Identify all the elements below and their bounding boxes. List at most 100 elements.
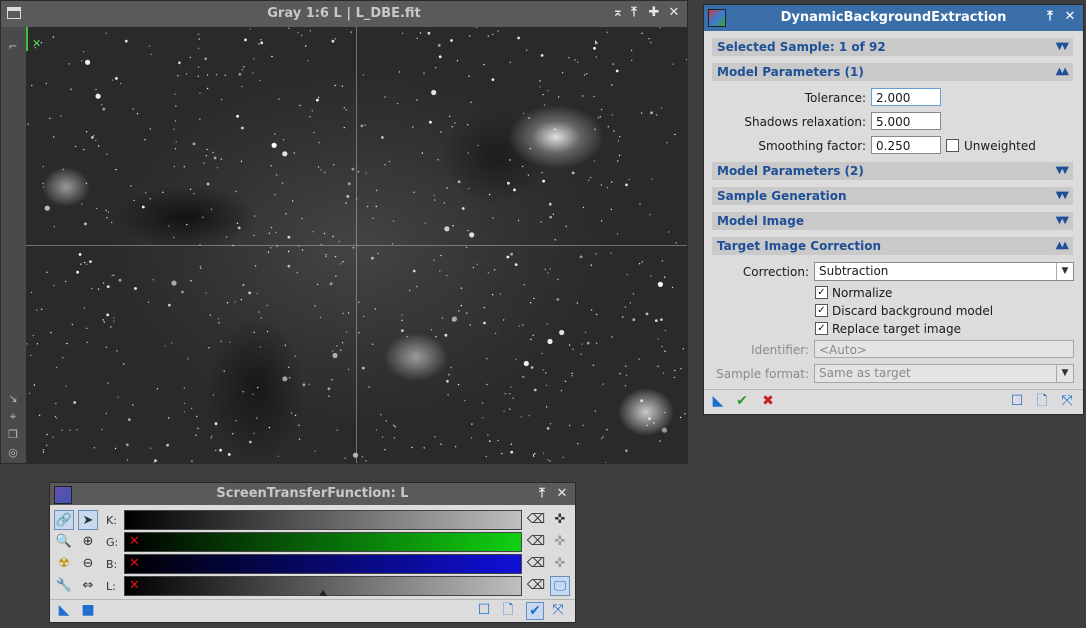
- apply-icon[interactable]: ✔: [734, 393, 750, 409]
- star: [220, 98, 223, 101]
- image-window-titlebar[interactable]: Gray 1:6 L | L_DBE.fit ⌅ ⤒ ✚ ✕: [1, 1, 687, 27]
- star: [217, 318, 220, 320]
- expand-icon[interactable]: ▼▼: [1056, 212, 1069, 230]
- radioactive-icon[interactable]: ☢: [54, 554, 74, 574]
- auto-stretch-icon[interactable]: ✜: [550, 510, 570, 530]
- shadows-relaxation-input[interactable]: 5.000: [871, 112, 941, 130]
- identifier-icon[interactable]: ◎: [7, 447, 19, 459]
- section-sample-generation[interactable]: Sample Generation ▼▼: [712, 187, 1073, 205]
- star: [440, 254, 442, 257]
- channel-bar-b[interactable]: ✕: [124, 554, 522, 574]
- smoothing-factor-input[interactable]: 0.250: [871, 136, 941, 154]
- section-target-correction[interactable]: Target Image Correction ▲▲: [712, 237, 1073, 255]
- star: [527, 174, 530, 176]
- auto-stretch-icon[interactable]: ✜: [550, 532, 570, 552]
- channel-bar-l[interactable]: ✕: [124, 576, 522, 596]
- sample-format-select[interactable]: Same as target ▼: [814, 364, 1074, 383]
- zoom-out-icon[interactable]: ⊖: [78, 554, 98, 574]
- unweighted-checkbox[interactable]: [946, 139, 959, 152]
- new-instance-icon[interactable]: ◣: [710, 393, 726, 409]
- close-icon[interactable]: ✕: [667, 6, 681, 20]
- selected-sample-icon[interactable]: ✕: [32, 37, 41, 50]
- section-model-params-2[interactable]: Model Parameters (2) ▼▼: [712, 162, 1073, 180]
- star: [203, 162, 205, 164]
- resize-icon[interactable]: ↘: [7, 393, 19, 405]
- star: [275, 231, 277, 234]
- star: [46, 444, 48, 446]
- star: [296, 272, 298, 274]
- expand-icon[interactable]: ▼▼: [1056, 187, 1069, 205]
- star: [659, 440, 661, 442]
- window-menu-icon[interactable]: [7, 7, 21, 19]
- channel-bar-g[interactable]: ✕: [124, 532, 522, 552]
- star: [289, 377, 291, 379]
- reset-channel-icon[interactable]: ⌫: [526, 576, 546, 596]
- star: [610, 252, 612, 254]
- reset-channel-icon[interactable]: ⌫: [526, 510, 546, 530]
- star: [594, 410, 596, 412]
- star: [470, 101, 472, 104]
- star: [522, 324, 524, 326]
- expand-icon[interactable]: ▼▼: [1056, 162, 1069, 180]
- discard-model-checkbox[interactable]: ✓: [815, 304, 828, 317]
- horizontal-arrows-icon[interactable]: ⇔: [78, 576, 98, 596]
- collapse-section-icon[interactable]: ▲▲: [1056, 237, 1069, 255]
- star: [499, 293, 502, 295]
- star: [489, 440, 491, 442]
- star: [610, 208, 612, 211]
- track-view-icon[interactable]: ✔: [526, 602, 544, 620]
- midtone-slider[interactable]: [319, 590, 327, 596]
- reset-icon[interactable]: ⤧: [550, 602, 566, 618]
- stf-row-b: ☢ ⊖ B: ✕ ⌫ ✜: [50, 554, 575, 576]
- normalize-checkbox[interactable]: ✓: [815, 286, 828, 299]
- link-channels-icon[interactable]: 🔗: [54, 510, 74, 530]
- correction-select[interactable]: Subtraction ▼: [814, 262, 1074, 281]
- document-icon[interactable]: 🗋: [500, 602, 516, 618]
- zoom-icon[interactable]: 🔍: [54, 532, 74, 552]
- section-model-params-1[interactable]: Model Parameters (1) ▲▲: [712, 63, 1073, 81]
- close-icon[interactable]: ✕: [1063, 10, 1077, 24]
- star: [577, 61, 579, 63]
- expand-icon[interactable]: ▼▼: [1056, 38, 1069, 56]
- reset-channel-icon[interactable]: ⌫: [526, 532, 546, 552]
- collapse-icon[interactable]: ⤒: [1043, 10, 1057, 24]
- star: [523, 284, 525, 286]
- document-icon[interactable]: 🗋: [1034, 393, 1050, 409]
- channel-bar-k[interactable]: [124, 510, 522, 530]
- image-canvas[interactable]: ✕: [26, 27, 687, 463]
- collapse-icon[interactable]: ⤒: [535, 487, 549, 501]
- screen-icon[interactable]: 🖵: [550, 576, 570, 596]
- zoom-in-icon[interactable]: ⊕: [78, 532, 98, 552]
- stf-titlebar[interactable]: ScreenTransferFunction: L ⤒ ✕: [50, 483, 575, 505]
- cancel-icon[interactable]: ✖: [760, 393, 776, 409]
- pointer-icon[interactable]: ➤: [78, 510, 98, 530]
- fit-view-icon[interactable]: ⌖: [7, 411, 19, 423]
- replace-target-checkbox[interactable]: ✓: [815, 322, 828, 335]
- close-icon[interactable]: ✕: [555, 487, 569, 501]
- star: [431, 89, 437, 96]
- reset-channel-icon[interactable]: ⌫: [526, 554, 546, 574]
- collapse-icon[interactable]: ⤒: [627, 6, 641, 20]
- identifier-input[interactable]: <Auto>: [814, 340, 1074, 358]
- wrench-icon[interactable]: 🔧: [54, 576, 74, 596]
- collapse-section-icon[interactable]: ▲▲: [1056, 63, 1069, 81]
- tolerance-input[interactable]: 2.000: [871, 88, 941, 106]
- section-model-image[interactable]: Model Image ▼▼: [712, 212, 1073, 230]
- preview-icon[interactable]: ☐: [1009, 393, 1025, 409]
- maximize-icon[interactable]: ✚: [647, 6, 661, 20]
- shade-icon[interactable]: ⌅: [611, 6, 625, 20]
- star: [660, 318, 663, 321]
- star: [487, 434, 489, 436]
- dbe-titlebar[interactable]: DynamicBackgroundExtraction ⤒ ✕: [704, 5, 1083, 31]
- auto-stretch-icon[interactable]: ✜: [550, 554, 570, 574]
- star: [602, 436, 604, 438]
- section-selected-sample[interactable]: Selected Sample: 1 of 92 ▼▼: [712, 38, 1073, 56]
- new-instance-icon[interactable]: ◣: [56, 602, 72, 618]
- preview-icon[interactable]: ☐: [476, 602, 492, 618]
- corner-icon[interactable]: ⌐: [7, 41, 19, 53]
- duplicate-view-icon[interactable]: ❐: [7, 429, 19, 441]
- star: [114, 447, 117, 450]
- reset-icon[interactable]: ⤧: [1059, 393, 1075, 409]
- stop-icon[interactable]: ■: [80, 602, 96, 618]
- star: [259, 79, 261, 82]
